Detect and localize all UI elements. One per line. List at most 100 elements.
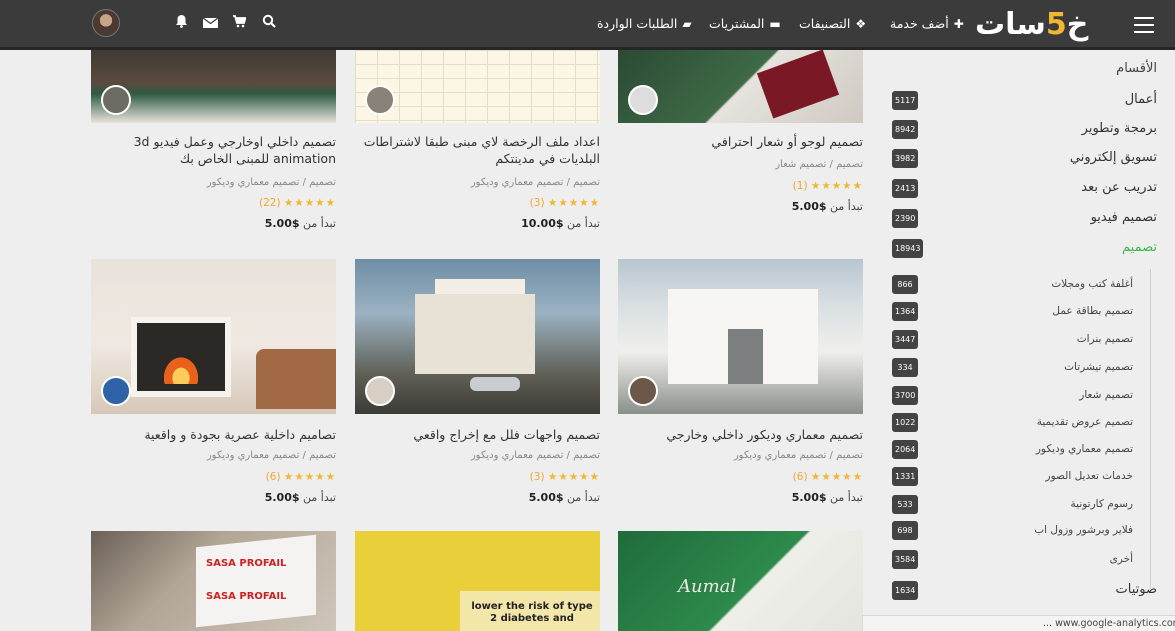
rating-stars: ★★★★★ bbox=[283, 471, 336, 483]
logo-five-mark: 5 bbox=[1045, 7, 1067, 42]
service-title[interactable]: تصميم لوجو أو شعار احترافي bbox=[615, 133, 863, 150]
service-title[interactable]: تصميم واجهات فلل مع إخراج واقعي bbox=[352, 426, 600, 443]
count-badge: 2390 bbox=[892, 209, 919, 228]
logo-text: خ5سات bbox=[975, 7, 1089, 42]
service-thumbnail[interactable] bbox=[91, 50, 336, 123]
service-title[interactable]: تصميم معماري وديكور داخلي وخارجي bbox=[615, 426, 863, 443]
subcategory-item[interactable]: أخرى 3584 bbox=[877, 549, 1157, 569]
subcategory-item[interactable]: تصميم معماري وديكور 2064 bbox=[877, 439, 1157, 459]
service-category[interactable]: تصميم / تصميم معماري وديكور bbox=[615, 449, 863, 463]
count-badge: 8942 bbox=[892, 120, 919, 139]
service-thumbnail[interactable] bbox=[355, 259, 600, 414]
subcategory-item[interactable]: تصميم تيشرتات 334 bbox=[877, 357, 1157, 377]
service-thumbnail[interactable]: lower the risk of type 2 diabetes and bbox=[355, 531, 600, 631]
subcategory-item[interactable]: خدمات تعديل الصور 1331 bbox=[877, 466, 1157, 486]
count-badge: 3584 bbox=[892, 550, 919, 569]
count-badge: 1634 bbox=[892, 581, 919, 600]
purchases-link[interactable]: ▬ المشتريات bbox=[709, 15, 781, 33]
sidebar-item-training[interactable]: تدريب عن بعد 2413 bbox=[877, 177, 1157, 199]
service-thumbnail[interactable] bbox=[618, 259, 863, 414]
service-thumbnail[interactable] bbox=[618, 50, 863, 123]
plus-icon: ✚ bbox=[953, 17, 964, 31]
seller-avatar[interactable] bbox=[101, 85, 131, 115]
seller-avatar[interactable] bbox=[365, 85, 395, 115]
sidebar-item-audio[interactable]: صوتيات 1634 bbox=[877, 579, 1157, 601]
service-thumbnail[interactable] bbox=[355, 50, 600, 123]
category-label: تصميم فيديو bbox=[1090, 210, 1157, 225]
seller-avatar[interactable] bbox=[628, 376, 658, 406]
service-category[interactable]: تصميم / تصميم معماري وديكور bbox=[88, 449, 336, 463]
subcategory-label: خدمات تعديل الصور bbox=[1045, 470, 1133, 482]
user-avatar[interactable] bbox=[92, 9, 120, 37]
service-price: تبدأ من $5.00 bbox=[352, 490, 600, 505]
service-rating: ★★★★★ (6) bbox=[88, 470, 336, 484]
rating-stars: ★★★★★ bbox=[547, 197, 600, 209]
sidebar-item-design[interactable]: تصميم 18943 bbox=[877, 237, 1157, 259]
service-category[interactable]: تصميم / تصميم معماري وديكور bbox=[352, 449, 600, 463]
rating-count: (1) bbox=[792, 180, 808, 192]
rating-count: (3) bbox=[529, 197, 545, 209]
rating-stars: ★★★★★ bbox=[810, 471, 863, 483]
sidebar-item-programming[interactable]: برمجة وتطوير 8942 bbox=[877, 118, 1157, 140]
rating-count: (6) bbox=[792, 471, 808, 483]
service-category[interactable]: تصميم / تصميم معماري وديكور bbox=[88, 176, 336, 190]
incoming-orders-link[interactable]: ▰ الطلبات الواردة bbox=[597, 15, 692, 33]
subcategory-item[interactable]: تصميم شعار 3700 bbox=[877, 385, 1157, 405]
service-price: تبدأ من $5.00 bbox=[88, 490, 336, 505]
service-title[interactable]: تصاميم داخلية عصرية بجودة و واقعية bbox=[88, 426, 336, 443]
subcategory-item[interactable]: فلاير وبرشور وزول اب 698 bbox=[877, 520, 1157, 540]
service-rating: ★★★★★ (6) bbox=[615, 470, 863, 484]
rating-count: (3) bbox=[529, 471, 545, 483]
site-logo[interactable]: خ5سات bbox=[975, 6, 1088, 44]
service-thumbnail[interactable]: SASA PROFAIL SASA PROFAIL bbox=[91, 531, 336, 631]
seller-avatar[interactable] bbox=[628, 85, 658, 115]
count-badge: 3982 bbox=[892, 149, 919, 168]
subcategory-label: تصميم بنرات bbox=[1076, 333, 1133, 345]
car-image bbox=[470, 377, 520, 391]
service-title[interactable]: تصميم داخلي اوخارجي وعمل فيديو 3d animat… bbox=[88, 133, 336, 167]
subcategory-label: تصميم بطاقة عمل bbox=[1052, 305, 1133, 317]
search-icon[interactable] bbox=[262, 14, 276, 34]
sidebar-item-marketing[interactable]: تسويق إلكتروني 3982 bbox=[877, 147, 1157, 169]
subcategory-label: أخرى bbox=[1109, 553, 1133, 565]
price-prefix: تبدأ من bbox=[303, 217, 336, 230]
rating-stars: ★★★★★ bbox=[283, 197, 336, 209]
add-service-link[interactable]: ✚ أضف خدمة bbox=[890, 15, 964, 33]
seller-avatar[interactable] bbox=[365, 376, 395, 406]
service-thumbnail[interactable]: Aumal bbox=[618, 531, 863, 631]
categories-link[interactable]: ❖ التصنيفات bbox=[799, 15, 866, 33]
cart-icon[interactable] bbox=[232, 14, 247, 34]
subcategory-item[interactable]: تصميم عروض تقديمية 1022 bbox=[877, 412, 1157, 432]
add-service-label: أضف خدمة bbox=[890, 16, 949, 31]
subcategory-label: أغلفة كتب ومجلات bbox=[1051, 278, 1133, 290]
sidebar-item-video[interactable]: تصميم فيديو 2390 bbox=[877, 207, 1157, 229]
count-badge: 1364 bbox=[892, 302, 919, 321]
subcategory-label: تصميم معماري وديكور bbox=[1035, 443, 1133, 455]
service-thumbnail[interactable] bbox=[91, 259, 336, 414]
service-rating: ★★★★★ (3) bbox=[352, 196, 600, 210]
browser-status-bar: ... www.google-analytics.com bbox=[862, 615, 1175, 631]
count-badge: 1022 bbox=[892, 413, 919, 432]
mail-icon[interactable] bbox=[202, 14, 219, 34]
thumbnail-text: SASA PROFAIL bbox=[206, 558, 287, 569]
service-category[interactable]: تصميم / تصميم معماري وديكور bbox=[352, 176, 600, 190]
categories-sidebar: الأقسام أعمال 5117 برمجة وتطوير 8942 تسو… bbox=[865, 53, 1175, 631]
price-value: $5.00 bbox=[264, 491, 300, 504]
menu-icon[interactable] bbox=[1134, 17, 1154, 33]
fire-image bbox=[161, 354, 201, 384]
service-price: تبدأ من $5.00 bbox=[615, 199, 863, 214]
count-badge: 533 bbox=[892, 495, 918, 514]
subcategory-item[interactable]: تصميم بطاقة عمل 1364 bbox=[877, 301, 1157, 321]
sidebar-item-business[interactable]: أعمال 5117 bbox=[877, 89, 1157, 111]
subcategory-item[interactable]: تصميم بنرات 3447 bbox=[877, 329, 1157, 349]
service-price: تبدأ من $10.00 bbox=[352, 216, 600, 231]
bell-icon[interactable] bbox=[175, 14, 188, 34]
service-title[interactable]: اعداد ملف الرخصة لاي مبنى طبقا لاشتراطات… bbox=[352, 133, 600, 167]
subcategory-label: رسوم كارتونية bbox=[1070, 498, 1133, 510]
thumbnail-text: Aumal bbox=[678, 576, 737, 597]
purchases-label: المشتريات bbox=[709, 16, 765, 31]
subcategory-item[interactable]: أغلفة كتب ومجلات 866 bbox=[877, 274, 1157, 294]
service-category[interactable]: تصميم / تصميم شعار bbox=[615, 158, 863, 172]
subcategory-item[interactable]: رسوم كارتونية 533 bbox=[877, 494, 1157, 514]
seller-avatar[interactable] bbox=[101, 376, 131, 406]
